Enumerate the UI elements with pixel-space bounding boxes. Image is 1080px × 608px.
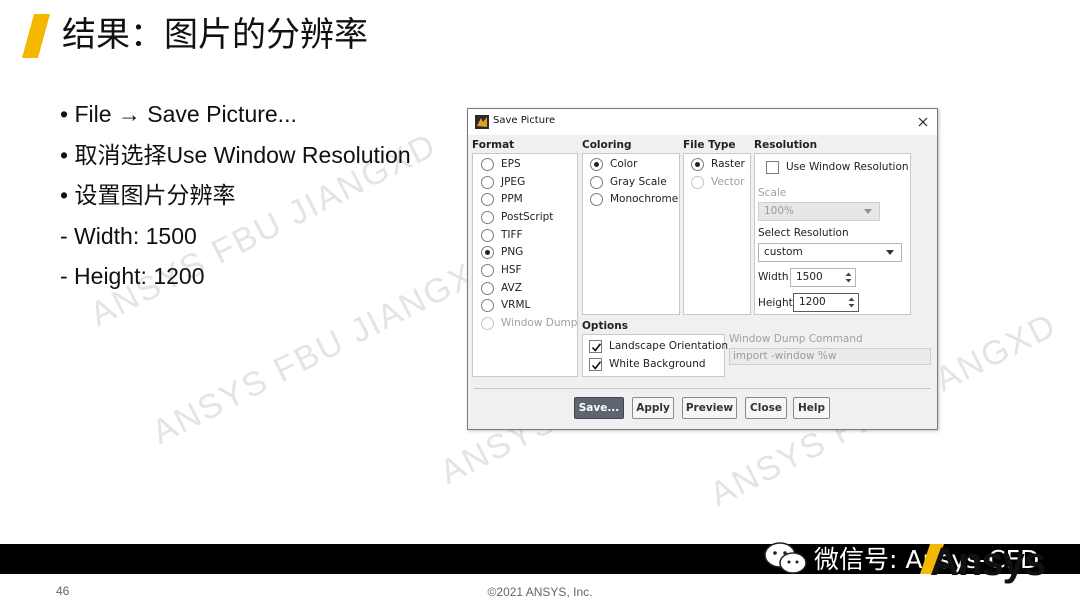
window-dump-command-label: Window Dump Command	[729, 333, 863, 345]
radio-button[interactable]	[590, 175, 603, 189]
bullet-item: - Height: 1200	[60, 263, 205, 289]
checkbox-checked[interactable]	[589, 357, 602, 371]
bullet-item: • 取消选择Use Window Resolution	[60, 141, 411, 168]
radio-button-selected[interactable]	[481, 245, 494, 259]
copyright-text: ©2021 ANSYS, Inc.	[487, 585, 593, 599]
chevron-down-icon	[886, 250, 894, 255]
radio-button[interactable]	[481, 228, 494, 242]
format-option-window-dump: Window Dump	[481, 315, 577, 331]
chevron-down-icon	[864, 209, 872, 214]
height-input[interactable]: 1200	[793, 293, 859, 312]
coloring-option-gray-scale[interactable]: Gray Scale	[590, 174, 667, 190]
file-type-option-raster[interactable]: Raster	[691, 156, 745, 172]
resolution-group-label: Resolution	[754, 139, 818, 151]
coloring-group-label: Coloring	[582, 139, 632, 151]
format-option-jpeg[interactable]: JPEG	[481, 174, 525, 190]
scale-label: Scale	[758, 187, 787, 199]
dialog-titlebar: Save Picture	[468, 109, 937, 135]
bullet-item: • 设置图片分辨率	[60, 182, 236, 208]
spinner-arrows-icon[interactable]	[844, 270, 853, 285]
spinner-arrows-icon[interactable]	[847, 295, 856, 310]
radio-button[interactable]	[481, 210, 494, 224]
format-option-hsf[interactable]: HSF	[481, 262, 522, 278]
checkbox-checked[interactable]	[589, 339, 602, 353]
format-option-postscript[interactable]: PostScript	[481, 209, 553, 225]
format-option-png[interactable]: PNG	[481, 244, 523, 260]
wechat-icon	[764, 542, 807, 574]
format-option-avz[interactable]: AVZ	[481, 280, 522, 296]
radio-button-selected[interactable]	[691, 157, 704, 171]
width-label: Width	[758, 271, 789, 283]
ansys-logo: Ansys	[920, 540, 1046, 584]
bullet-item: • File → Save Picture...	[60, 101, 297, 127]
dialog-title: Save Picture	[493, 115, 556, 126]
white-background-checkbox[interactable]: White Background	[589, 356, 706, 372]
radio-button[interactable]	[481, 192, 494, 206]
save-picture-dialog: Save Picture Format EPS JPEG PPM PostScr…	[467, 108, 938, 430]
preview-button[interactable]: Preview	[682, 397, 737, 419]
radio-button-disabled	[481, 316, 494, 330]
page-title: 结果：图片的分辨率	[62, 15, 368, 55]
save-button[interactable]: Save...	[574, 397, 624, 419]
landscape-orientation-checkbox[interactable]: Landscape Orientation	[589, 338, 728, 354]
select-resolution-label: Select Resolution	[758, 227, 849, 239]
width-input[interactable]: 1500	[790, 268, 856, 287]
height-label: Height	[758, 297, 793, 309]
radio-button[interactable]	[481, 281, 494, 295]
coloring-option-color[interactable]: Color	[590, 156, 637, 172]
scale-select: 100%	[758, 202, 880, 221]
close-icon[interactable]	[914, 113, 932, 131]
dialog-separator	[474, 388, 931, 389]
bullet-list: • File → Save Picture... • 取消选择Use Windo…	[60, 94, 460, 297]
format-option-eps[interactable]: EPS	[481, 156, 521, 172]
use-window-resolution-checkbox[interactable]: Use Window Resolution	[766, 159, 909, 175]
file-type-group-label: File Type	[683, 139, 736, 151]
radio-button[interactable]	[590, 192, 603, 206]
window-dump-command-input: import -window %w	[729, 348, 931, 365]
bullet-item: - Width: 1500	[60, 222, 197, 249]
radio-button[interactable]	[481, 175, 494, 189]
title-accent-bar	[22, 14, 50, 58]
format-option-vrml[interactable]: VRML	[481, 297, 530, 313]
radio-button-selected[interactable]	[590, 157, 603, 171]
checkmark-icon	[591, 360, 602, 370]
file-type-option-vector: Vector	[691, 174, 744, 190]
format-group-label: Format	[472, 139, 515, 151]
select-resolution-dropdown[interactable]: custom	[758, 243, 902, 262]
checkmark-icon	[591, 342, 602, 352]
coloring-option-monochrome[interactable]: Monochrome	[590, 191, 678, 207]
radio-button[interactable]	[481, 263, 494, 277]
options-group-label: Options	[582, 320, 628, 332]
format-option-ppm[interactable]: PPM	[481, 191, 523, 207]
checkbox-unchecked[interactable]	[766, 160, 779, 174]
radio-button[interactable]	[481, 298, 494, 312]
radio-button[interactable]	[481, 157, 494, 171]
apply-button[interactable]: Apply	[632, 397, 674, 419]
help-button[interactable]: Help	[793, 397, 830, 419]
close-button[interactable]: Close	[745, 397, 787, 419]
format-option-tiff[interactable]: TIFF	[481, 227, 523, 243]
fluent-app-icon	[475, 115, 489, 129]
radio-button-disabled	[691, 175, 704, 189]
